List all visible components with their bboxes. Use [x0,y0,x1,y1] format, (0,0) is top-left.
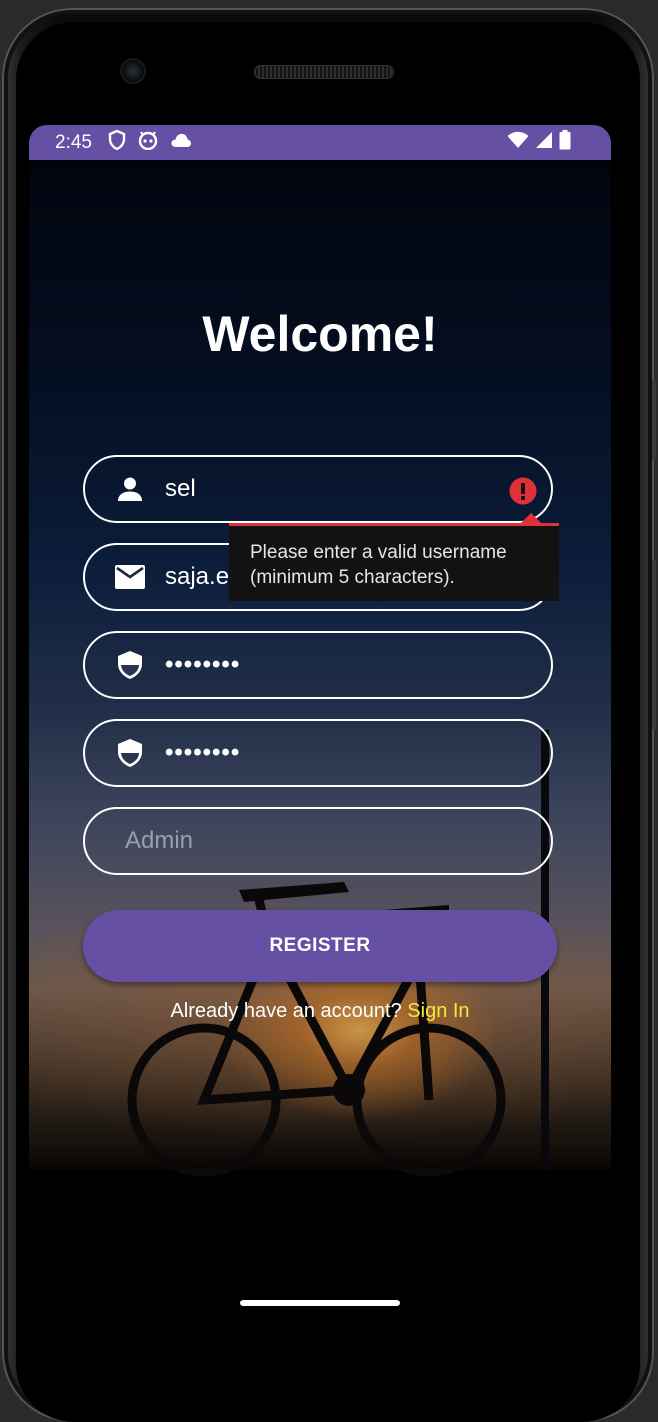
shield-icon [115,738,145,768]
mail-icon [115,562,145,592]
status-bar: 2:45 [29,125,611,160]
battery-icon [559,130,571,155]
signin-prompt-text: Already have an account? [170,1000,408,1022]
cell-signal-icon [535,131,553,154]
signin-link[interactable]: Sign In [407,1000,469,1022]
role-field[interactable]: Admin [83,807,553,875]
confirm-password-value: •••••••• [165,739,241,766]
volume-button [652,560,656,730]
earpiece-speaker [254,65,394,79]
app-screen: 2:45 Welcome! sel •••••••• •••••••• Admi… [29,125,611,1325]
gesture-nav-handle[interactable] [240,1300,400,1306]
person-icon [115,474,145,504]
wifi-icon [507,131,529,154]
shield-icon [115,650,145,680]
password-field[interactable]: •••••••• [83,631,553,699]
error-icon [509,477,537,510]
cloud-icon [170,132,192,153]
tooltip-pointer [521,513,541,523]
password-value: •••••••• [165,651,241,678]
status-time: 2:45 [55,131,92,153]
front-camera [122,60,144,82]
username-field[interactable]: sel [83,455,553,523]
signin-prompt: Already have an account? Sign In [29,1000,611,1023]
error-message-line1: Please enter a valid username [250,542,507,563]
confirm-password-field[interactable]: •••••••• [83,719,553,787]
page-title: Welcome! [202,306,438,362]
register-button[interactable]: REGISTER [83,910,557,982]
error-message-line2: (minimum 5 characters). [250,567,455,588]
robot-icon [138,130,158,155]
username-value: sel [165,475,196,502]
error-tooltip: Please enter a valid username (minimum 5… [229,523,559,601]
role-placeholder: Admin [125,827,194,854]
power-button [652,380,656,460]
shield-icon [108,129,126,155]
